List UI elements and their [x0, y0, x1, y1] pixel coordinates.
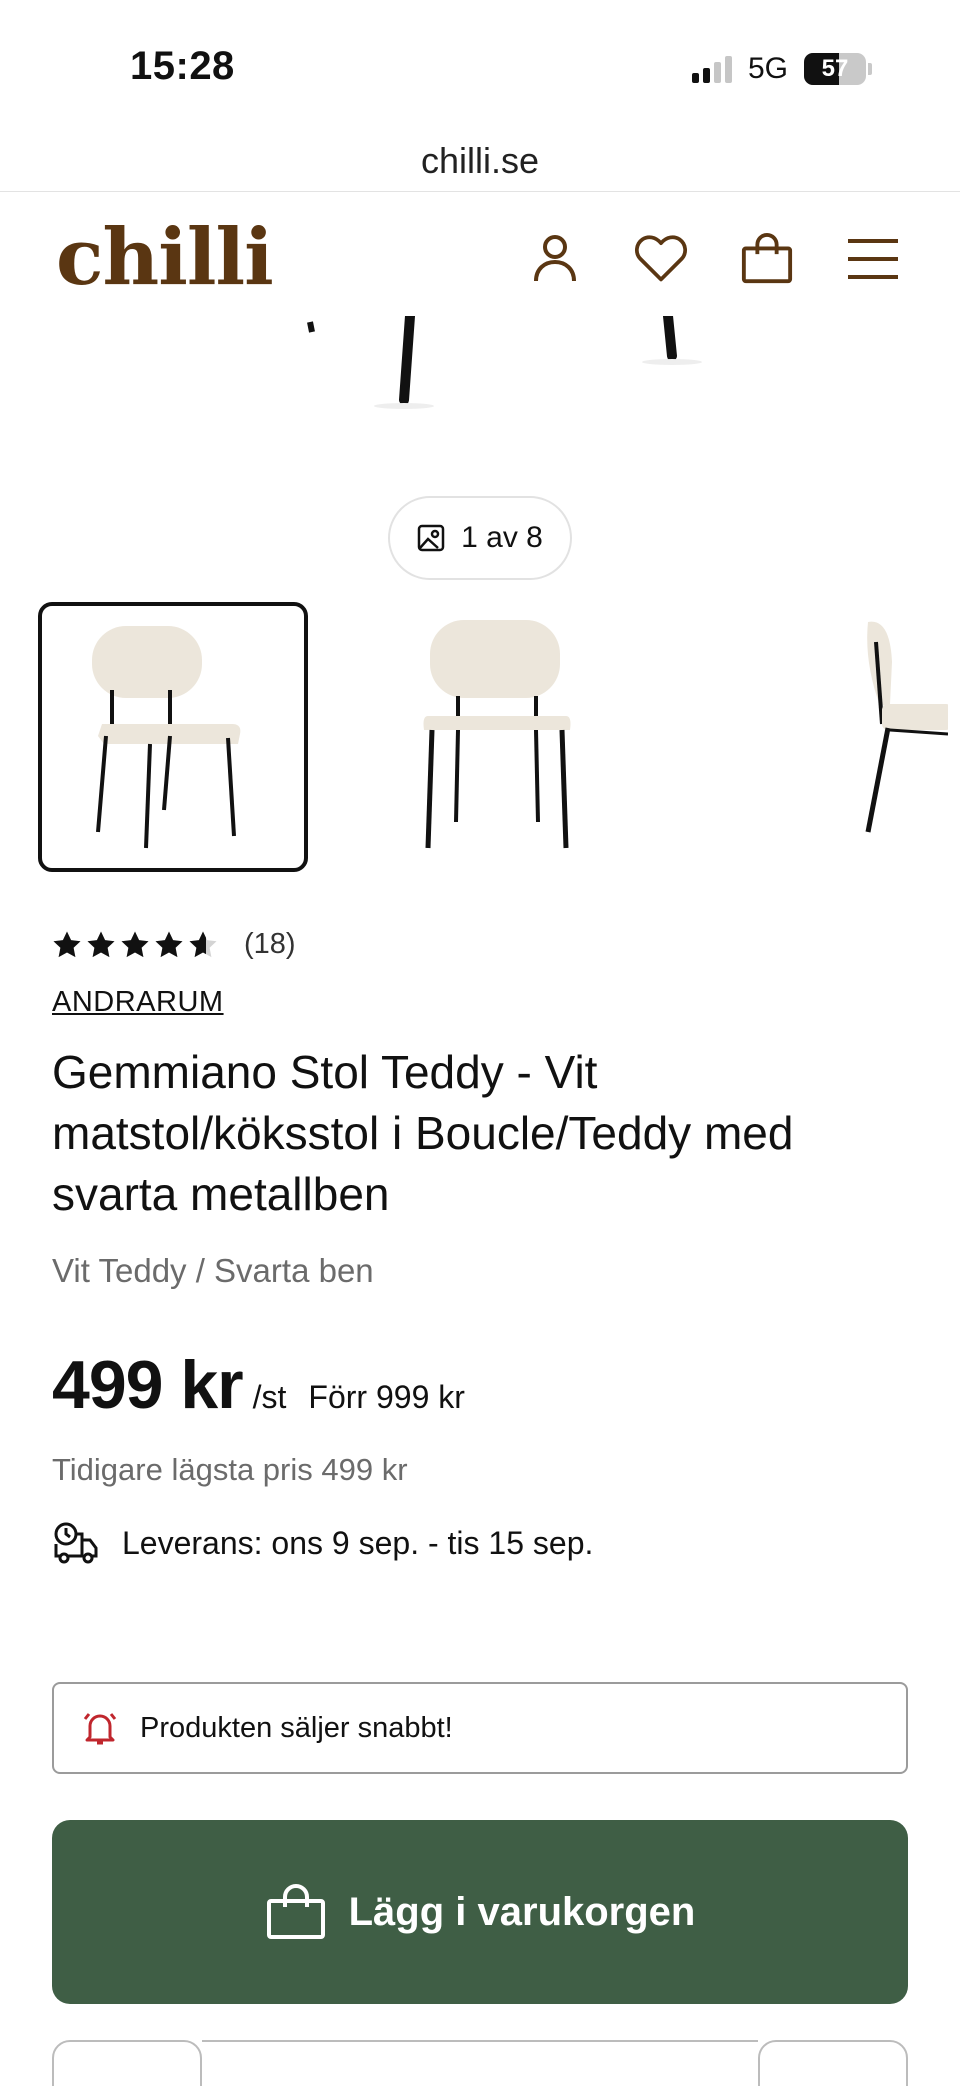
bell-alert-icon [83, 1713, 117, 1745]
heart-icon[interactable] [634, 232, 688, 286]
product-main-image[interactable] [0, 316, 960, 486]
rating-stars [52, 930, 218, 960]
product-title: Gemmiano Stol Teddy - Vit matstol/köksst… [52, 1046, 794, 1220]
status-time: 15:28 [130, 44, 235, 88]
star-icon [121, 931, 149, 957]
price-row: 499 kr /st Förr 999 kr [52, 1346, 465, 1424]
delivery-text: Leverans: ons 9 sep. - tis 15 sep. [122, 1524, 594, 1561]
star-icon [189, 931, 217, 957]
image-icon [417, 524, 445, 552]
star-icon [155, 931, 183, 957]
user-icon[interactable] [528, 232, 582, 286]
alert-text: Produkten säljer snabbt! [140, 1711, 453, 1744]
battery-cap [868, 63, 872, 75]
product-variant: Vit Teddy / Svarta ben [52, 1252, 374, 1289]
selling-fast-alert: Produkten säljer snabbt! [52, 1682, 908, 1774]
star-icon [87, 931, 115, 957]
menu-icon[interactable] [846, 232, 900, 286]
thumbnail-3[interactable] [678, 602, 952, 872]
shopping-bag-icon [266, 1884, 325, 1939]
product-rating[interactable]: (18) [52, 928, 296, 961]
delivery-truck-icon [54, 1522, 98, 1564]
brand-link[interactable]: ANDRARUM [52, 986, 224, 1019]
price-unit: /st [252, 1379, 287, 1415]
thumbnail-2[interactable] [358, 602, 628, 872]
quantity-decrease-button[interactable] [52, 2040, 202, 2086]
lowest-price-note: Tidigare lägsta pris 499 kr [52, 1452, 408, 1487]
previous-price: Förr 999 kr [308, 1379, 465, 1415]
battery-percent: 57 [821, 55, 849, 82]
status-indicators: 5G 57 [691, 52, 872, 86]
thumbnail-strip [38, 602, 960, 872]
star-icon [53, 931, 81, 957]
quantity-field[interactable] [202, 2040, 758, 2042]
add-to-cart-button[interactable]: Lägg i varukorgen [52, 1820, 908, 2004]
site-header: chilli [0, 192, 960, 316]
shopping-bag-icon[interactable] [740, 232, 794, 286]
battery-icon: 57 [804, 53, 866, 85]
logo[interactable]: chilli [56, 212, 274, 303]
image-counter[interactable]: 1 av 8 [388, 496, 572, 580]
rating-count: (18) [244, 928, 296, 960]
quantity-increase-button[interactable] [758, 2040, 908, 2086]
status-bar: 15:28 5G 57 [0, 0, 960, 130]
image-counter-label: 1 av 8 [461, 521, 543, 554]
add-to-cart-label: Lägg i varukorgen [348, 1889, 696, 1934]
signal-icon [691, 55, 732, 83]
thumbnail-1[interactable] [38, 602, 308, 872]
url-bar[interactable]: chilli.se [0, 130, 960, 192]
header-icons [528, 232, 900, 286]
product-price: 499 kr [52, 1347, 244, 1423]
network-label: 5G [747, 52, 788, 85]
delivery-info: Leverans: ons 9 sep. - tis 15 sep. [52, 1520, 593, 1566]
